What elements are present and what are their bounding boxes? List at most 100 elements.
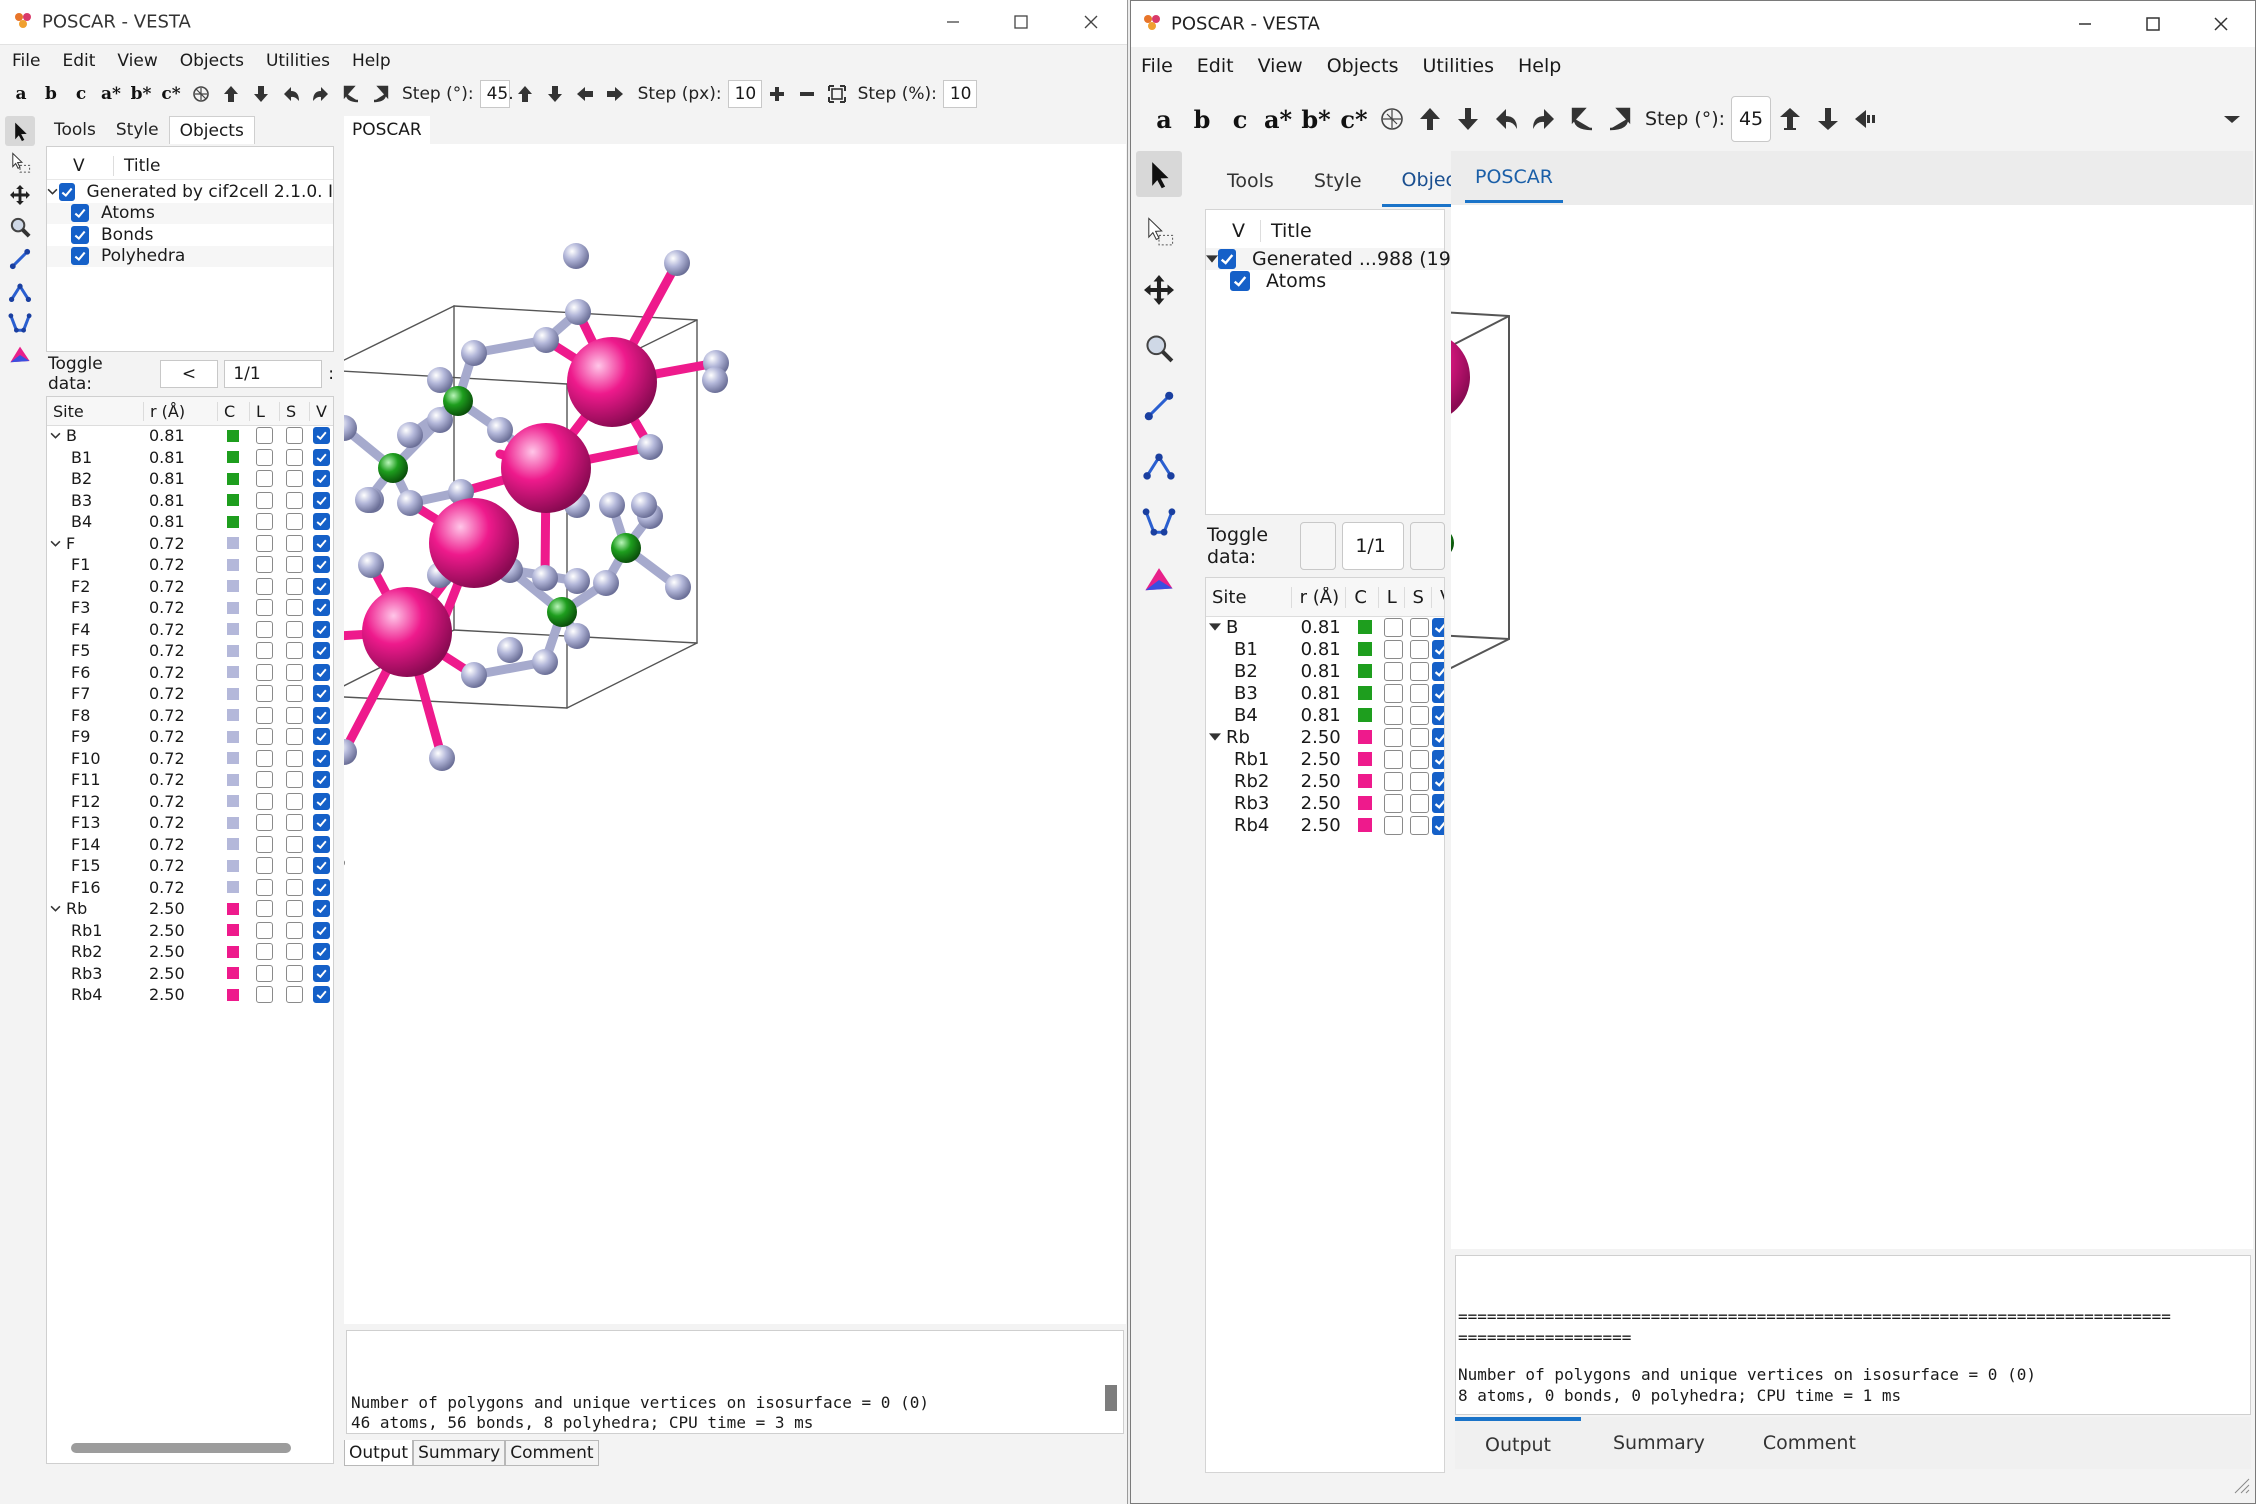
checkbox[interactable] [255,470,273,488]
site-column-header[interactable]: Site [47,402,143,421]
site-row-f9[interactable]: F9 0.72 [47,726,333,748]
checkbox[interactable] [312,448,330,466]
checkbox[interactable] [285,534,303,552]
tab-output[interactable]: Output [1455,1417,1581,1469]
rotate-down-icon[interactable] [246,79,276,109]
checkbox[interactable] [1409,815,1429,835]
checkbox[interactable] [285,470,303,488]
site-row-rb2[interactable]: Rb2 2.50 [47,941,333,963]
site-row-f1[interactable]: F1 0.72 [47,554,333,576]
site-color-swatch[interactable] [227,816,239,829]
checkbox[interactable] [285,620,303,638]
site-color-swatch[interactable] [227,752,239,765]
checkbox[interactable] [1432,683,1445,703]
rubidium-atom[interactable] [567,337,657,427]
tab-tools[interactable]: Tools [44,116,106,144]
fluorine-atom[interactable] [665,574,691,600]
site-color-swatch[interactable] [227,666,239,679]
fluorine-atom[interactable] [564,623,590,649]
menu-utilities[interactable]: Utilities [266,51,330,71]
checkbox[interactable] [285,986,303,1004]
tab-poscar[interactable]: POSCAR [1465,153,1563,203]
lattice-plane-tool-icon[interactable] [5,340,35,370]
fluorine-atom[interactable] [532,649,558,675]
checkbox[interactable] [255,491,273,509]
checkbox[interactable] [312,470,330,488]
distance-tool-icon[interactable] [1136,383,1182,429]
checkbox[interactable] [285,814,303,832]
checkbox[interactable] [1409,705,1429,725]
checkbox[interactable] [255,642,273,660]
tab-tools[interactable]: Tools [1207,155,1294,207]
box-select-tool-icon[interactable] [1136,209,1182,255]
checkbox[interactable] [312,814,330,832]
site-row-f7[interactable]: F7 0.72 [47,683,333,705]
site-row-rb1[interactable]: Rb1 2.50 [47,920,333,942]
checkbox[interactable] [1409,617,1429,637]
rotate-right-icon[interactable] [1525,94,1563,144]
checkbox[interactable] [285,964,303,982]
menu-utilities[interactable]: Utilities [1422,55,1494,77]
site-row-f3[interactable]: F3 0.72 [47,597,333,619]
checkbox[interactable] [255,663,273,681]
view-along-c-star-button[interactable]: c* [1335,94,1373,144]
fluorine-atom[interactable] [532,565,558,591]
site-row-b1[interactable]: B1 0.81 [47,447,333,469]
site-row-rb3[interactable]: Rb3 2.50 [1206,792,1445,814]
toolbar-overflow-icon[interactable] [2217,94,2247,144]
checkbox[interactable] [312,427,330,445]
checkbox[interactable] [71,247,89,266]
view-along-b-button[interactable]: b [1183,94,1221,144]
distance-tool-icon[interactable] [5,244,35,274]
site-color-swatch[interactable] [227,945,239,958]
site-color-swatch[interactable] [227,451,239,464]
checkbox[interactable] [1383,749,1403,769]
site-row-rb4[interactable]: Rb4 2.50 [47,984,333,1006]
site-row-f8[interactable]: F8 0.72 [47,705,333,727]
crystal-structure-canvas[interactable]: cba [344,144,1126,1324]
view-along-a-star-button[interactable]: a* [96,79,126,109]
checkbox[interactable] [1432,617,1445,637]
site-column-header[interactable]: C [1345,586,1377,608]
checkbox[interactable] [285,921,303,939]
checkbox[interactable] [255,513,273,531]
site-color-swatch[interactable] [1357,818,1372,832]
site-row-f[interactable]: F 0.72 [47,533,333,555]
checkbox[interactable] [1409,639,1429,659]
site-column-header[interactable]: L [249,401,279,421]
site-color-swatch[interactable] [227,838,239,851]
fluorine-atom[interactable] [599,492,625,518]
tab-summary[interactable]: Summary [413,1440,506,1466]
site-color-swatch[interactable] [227,773,239,786]
fluorine-atom[interactable] [497,637,523,663]
view-along-c-button[interactable]: c [66,79,96,109]
site-color-swatch[interactable] [227,623,239,636]
menu-edit[interactable]: Edit [1197,55,1234,77]
checkbox[interactable] [285,835,303,853]
site-row-f16[interactable]: F16 0.72 [47,877,333,899]
expand-caret-down-icon[interactable] [47,186,58,197]
checkbox[interactable] [312,577,330,595]
checkbox[interactable] [71,204,89,223]
site-color-swatch[interactable] [227,558,239,571]
checkbox[interactable] [1383,705,1403,725]
site-color-swatch[interactable] [227,730,239,743]
rotate-right-icon[interactable] [306,79,336,109]
checkbox[interactable] [285,663,303,681]
site-color-swatch[interactable] [227,580,239,593]
checkbox[interactable] [285,642,303,660]
rotate-ccw-icon[interactable] [1563,94,1601,144]
expand-caret-down-icon[interactable] [47,430,64,441]
menu-objects[interactable]: Objects [180,51,244,71]
checkbox[interactable] [312,685,330,703]
fluorine-atom[interactable] [344,739,357,765]
translate-up-icon[interactable] [510,79,540,109]
site-row-rb[interactable]: Rb 2.50 [47,898,333,920]
checkbox[interactable] [1218,249,1236,269]
menu-view[interactable]: View [1258,55,1303,77]
checkbox[interactable] [285,685,303,703]
fluorine-atom[interactable] [593,570,619,596]
site-column-header[interactable]: S [1403,586,1431,608]
checkbox[interactable] [312,878,330,896]
fluorine-atom[interactable] [358,552,384,578]
